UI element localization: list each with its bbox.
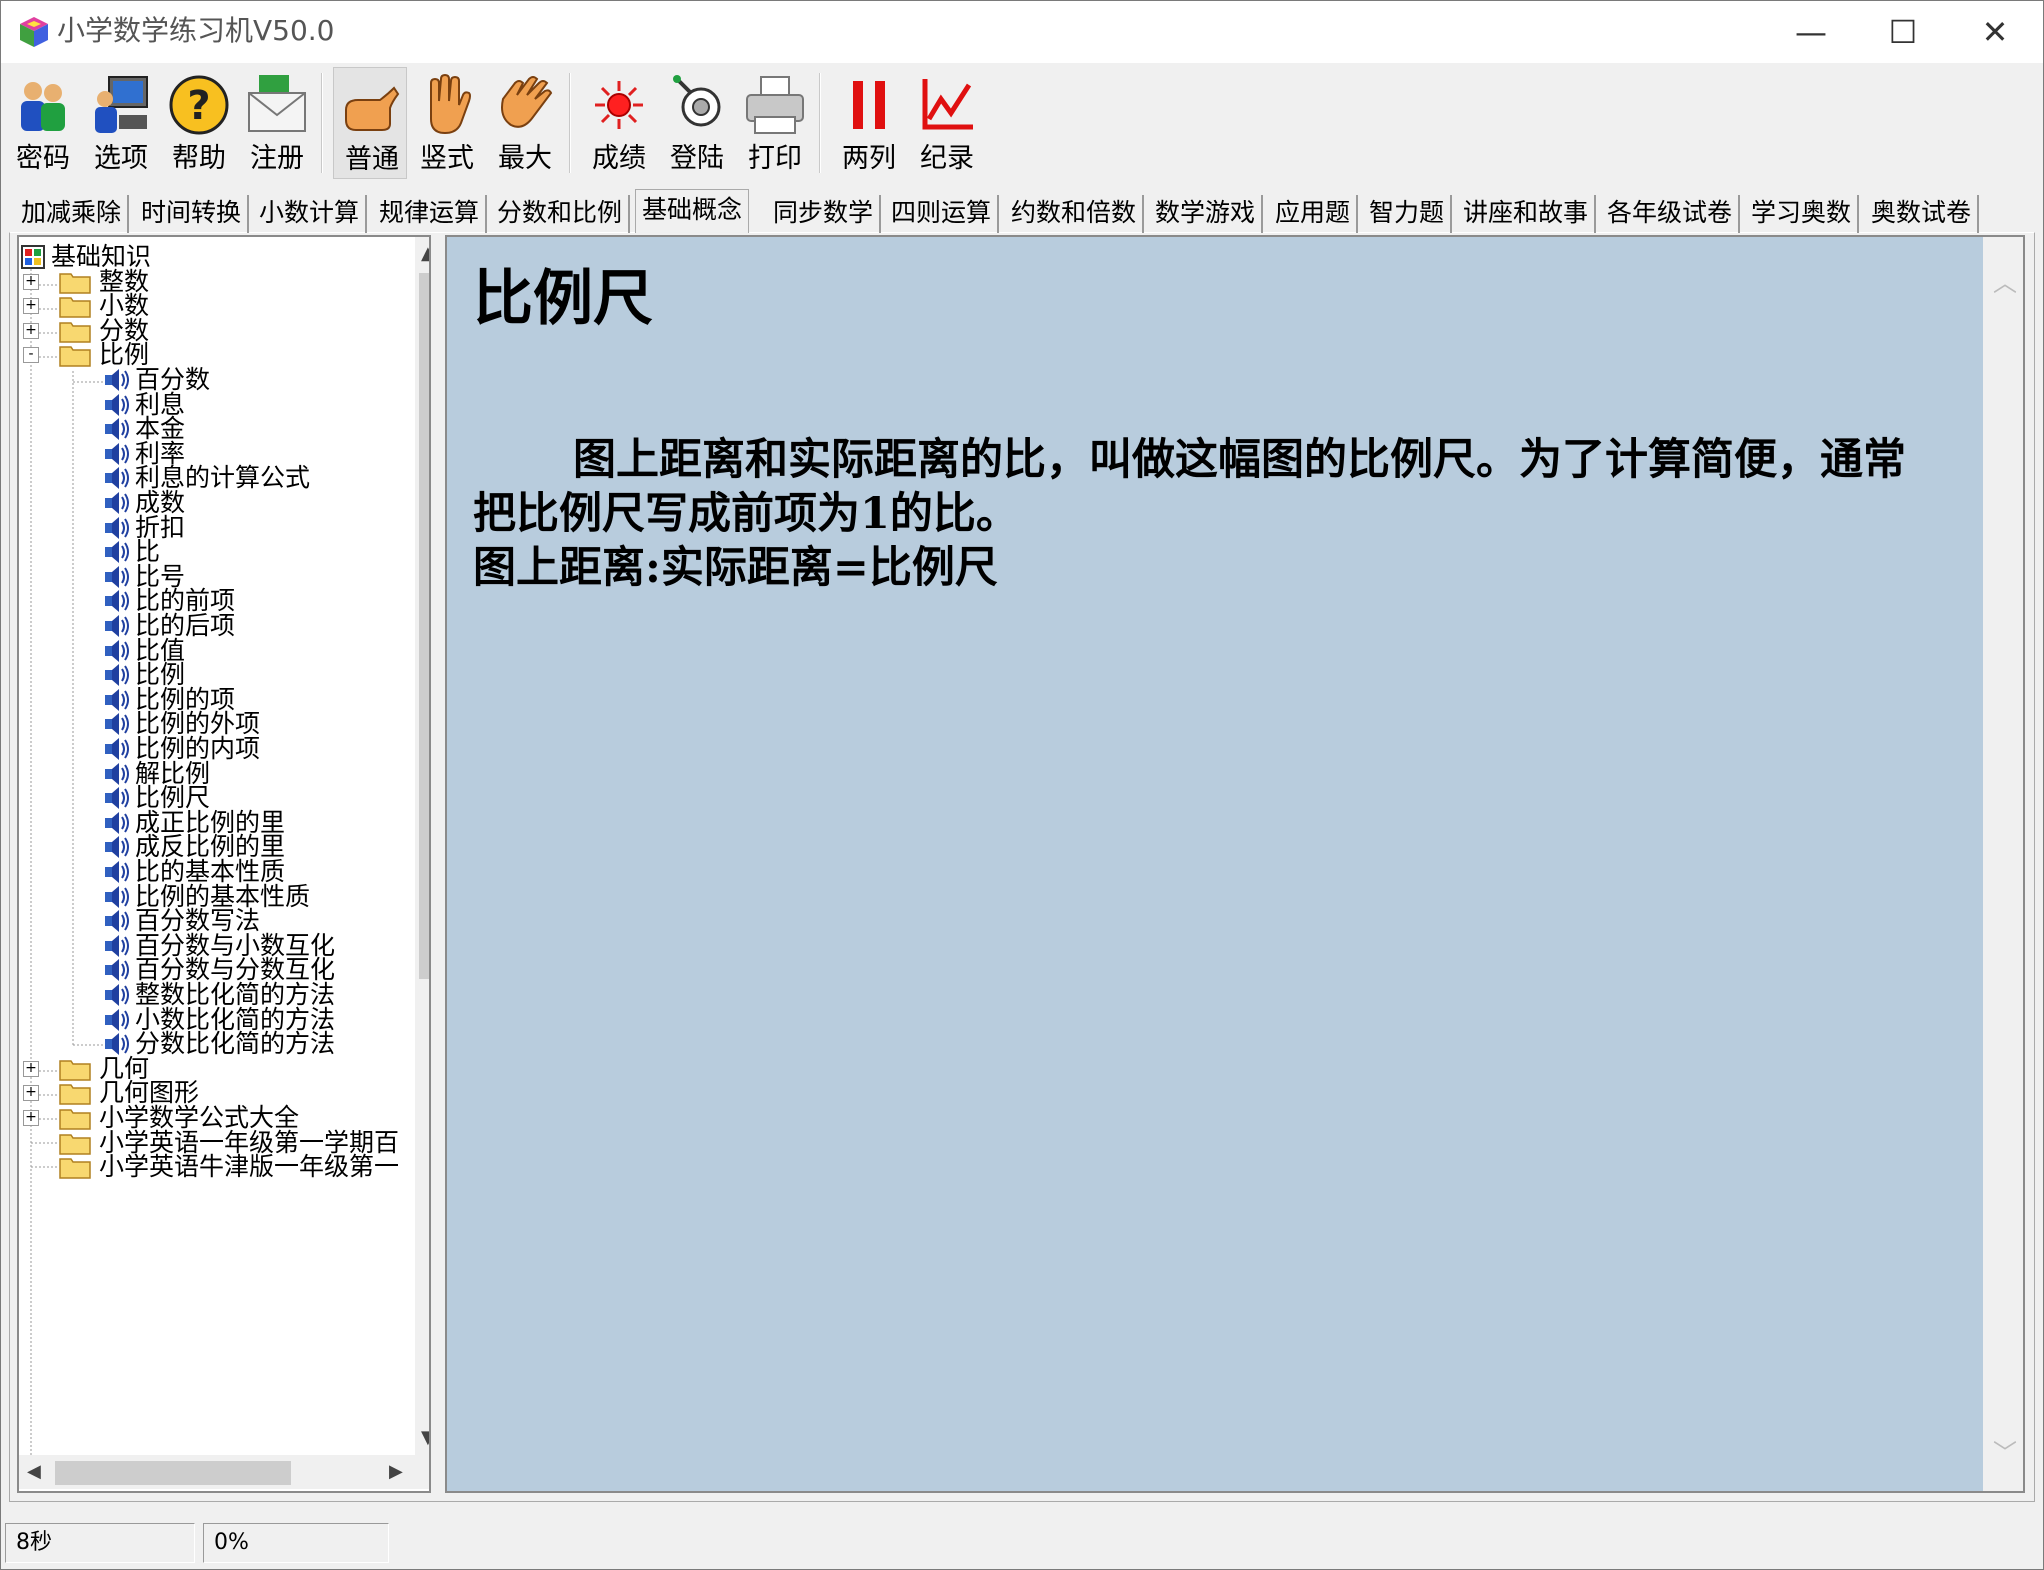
tab-sync-math[interactable]: 同步数学	[767, 195, 882, 233]
password-button[interactable]: 密码	[5, 67, 79, 179]
toolbar-separator	[321, 73, 323, 173]
tab-add-sub-mul-div[interactable]: 加减乘除	[15, 195, 130, 233]
mail-icon	[248, 75, 306, 132]
options-label: 选项	[94, 143, 148, 174]
register-label: 注册	[250, 143, 304, 174]
tab-divisors-multiples[interactable]: 约数和倍数	[1005, 195, 1145, 233]
expand-icon[interactable]: +	[23, 273, 39, 290]
expand-icon[interactable]: +	[23, 322, 39, 339]
close-button[interactable]: ✕	[1949, 1, 2041, 63]
tree-horizontal-thumb[interactable]	[55, 1461, 291, 1485]
vertical-mode-button[interactable]: 竖式	[409, 67, 483, 179]
hand-point-icon	[345, 86, 400, 131]
login-button[interactable]: 登陆	[659, 67, 733, 179]
tab-fractions-ratio[interactable]: 分数和比例	[491, 195, 631, 233]
tab-time-conversion[interactable]: 时间转换	[135, 195, 250, 233]
key-icon	[673, 75, 721, 127]
maximize-icon: ☐	[1888, 13, 1918, 51]
knowledge-tree[interactable]: 基础知识 + 整数 + 小数 + 分数 - 比例 百分数 利息 本金 利率 利息的计算公式 成数 折扣比比号比…	[17, 235, 431, 1493]
maximize-button[interactable]: ☐	[1857, 1, 1949, 63]
content-heading: 比例尺	[473, 264, 653, 334]
expand-icon[interactable]: +	[23, 298, 39, 315]
expand-icon[interactable]: +	[23, 1085, 39, 1102]
minimize-icon: —	[1795, 13, 1827, 51]
normal-mode-button[interactable]: 普通	[333, 67, 407, 179]
minimize-button[interactable]: —	[1765, 1, 1857, 63]
print-button[interactable]: 打印	[737, 67, 811, 179]
toolbar-separator	[569, 73, 571, 173]
two-columns-button[interactable]: 两列	[831, 67, 905, 179]
tab-math-games[interactable]: 数学游戏	[1149, 195, 1264, 233]
tab-four-operations[interactable]: 四则运算	[885, 195, 1000, 233]
content-pane: 比例尺 图上距离和实际距离的比，叫做这幅图的比例尺。为了计算简便，通常把比例尺写…	[445, 235, 2025, 1493]
status-bar: 8秒 0%	[1, 1511, 2043, 1569]
toolbar-separator	[819, 73, 821, 173]
tab-word-problems[interactable]: 应用题	[1269, 195, 1359, 233]
normal-mode-label: 普通	[345, 144, 399, 175]
register-button[interactable]: 注册	[239, 67, 313, 179]
password-label: 密码	[16, 143, 70, 174]
expand-icon[interactable]: +	[23, 1110, 39, 1126]
toolbar: 密码 选项 ? 帮助 注册 普通 竖式 最大 成绩 登陆 打印 两列 纪录	[1, 65, 2043, 181]
printer-icon	[746, 76, 804, 134]
tab-olympiad-exams[interactable]: 奥数试卷	[1865, 195, 1980, 233]
svg-text:?: ?	[187, 83, 210, 129]
tree-folder[interactable]: 小学英语牛津版一年级第一	[19, 1151, 415, 1183]
record-label: 纪录	[920, 143, 974, 174]
window-title: 小学数学练习机V50.0	[57, 14, 335, 47]
app-window: 小学数学练习机V50.0 — ☐ ✕ 密码 选项 ? 帮助 注册 普通 竖式 最…	[0, 0, 2044, 1570]
two-columns-label: 两列	[842, 143, 896, 174]
options-button[interactable]: 选项	[83, 67, 157, 179]
scores-label: 成绩	[592, 143, 646, 174]
scroll-left-icon[interactable]: ◀	[27, 1461, 41, 1482]
status-time: 8秒	[5, 1523, 195, 1563]
scroll-up-icon[interactable]: ▲	[421, 243, 429, 264]
tab-lectures-stories[interactable]: 讲座和故事	[1457, 195, 1597, 233]
scroll-corner	[415, 1455, 429, 1489]
computer-icon	[95, 76, 148, 133]
scores-button[interactable]: 成绩	[581, 67, 655, 179]
tab-puzzles[interactable]: 智力题	[1363, 195, 1453, 233]
scroll-down-icon[interactable]: ﹀	[1993, 1433, 2017, 1468]
content-vertical-scrollbar[interactable]: ︿ ﹀	[1983, 237, 2023, 1491]
login-label: 登陆	[670, 143, 724, 174]
print-label: 打印	[748, 143, 802, 174]
expand-icon[interactable]: +	[23, 1060, 39, 1077]
title-bar: 小学数学练习机V50.0 — ☐ ✕	[1, 1, 2043, 63]
tab-decimal-calc[interactable]: 小数计算	[253, 195, 368, 233]
hand-wave-icon	[501, 76, 553, 128]
tree-node-label: 小学英语牛津版一年级第一	[99, 1152, 400, 1182]
close-icon: ✕	[1981, 13, 2009, 51]
content-body: 图上距离和实际距离的比，叫做这幅图的比例尺。为了计算简便，通常把比例尺写成前项为…	[473, 433, 1923, 595]
scroll-up-icon[interactable]: ︿	[1993, 263, 2017, 298]
tab-basic-concepts[interactable]: 基础概念	[635, 189, 750, 233]
help-icon: ?	[169, 75, 229, 135]
record-button[interactable]: 纪录	[909, 67, 983, 179]
people-icon	[21, 82, 65, 131]
scroll-right-icon[interactable]: ▶	[389, 1461, 403, 1482]
help-button[interactable]: ? 帮助	[161, 67, 235, 179]
collapse-icon[interactable]: -	[23, 347, 39, 364]
content-paragraph: 图上距离和实际距离的比，叫做这幅图的比例尺。为了计算简便，通常把比例尺写成前项为…	[473, 435, 1906, 539]
chart-icon	[922, 79, 973, 130]
tree-vertical-thumb[interactable]	[419, 273, 429, 979]
tree-horizontal-scrollbar[interactable]: ◀ ▶	[19, 1455, 415, 1489]
tab-grade-exams[interactable]: 各年级试卷	[1601, 195, 1741, 233]
status-progress: 0%	[203, 1523, 389, 1563]
hand-raise-icon	[430, 73, 471, 135]
tab-pattern-ops[interactable]: 规律运算	[373, 195, 488, 233]
two-columns-icon	[853, 81, 885, 129]
sun-icon	[595, 81, 643, 129]
max-mode-button[interactable]: 最大	[487, 67, 561, 179]
tab-strip: 加减乘除 时间转换 小数计算 规律运算 分数和比例 基础概念 同步数学 四则运算…	[11, 189, 2031, 233]
tree-vertical-scrollbar[interactable]: ▲ ▼	[415, 237, 429, 1455]
vertical-mode-label: 竖式	[420, 143, 474, 174]
scroll-down-icon[interactable]: ▼	[421, 1427, 429, 1448]
folder-icon	[59, 1158, 91, 1179]
help-label: 帮助	[172, 143, 226, 174]
app-cube-icon	[20, 17, 48, 47]
max-mode-label: 最大	[498, 143, 552, 174]
content-formula: 图上距离:实际距离=比例尺	[473, 543, 998, 593]
tab-learn-olympiad[interactable]: 学习奥数	[1745, 195, 1860, 233]
